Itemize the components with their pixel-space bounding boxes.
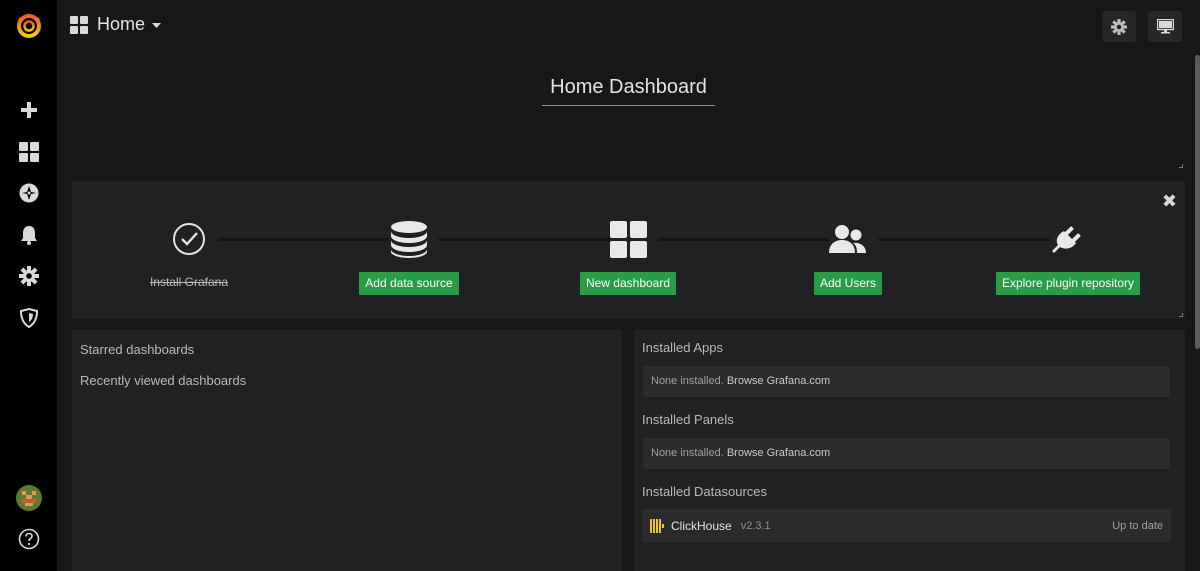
settings-button[interactable]	[1102, 11, 1136, 42]
welcome-panel: Home Dashboard	[72, 54, 1185, 170]
installed-datasources-heading: Installed Datasources	[642, 484, 768, 499]
avatar	[15, 485, 42, 511]
browse-grafana-link[interactable]: Browse Grafana.com	[727, 375, 830, 387]
datasource-version: v2.3.1	[740, 519, 771, 532]
sidebar-item-configuration[interactable]	[0, 258, 57, 294]
datasource-name: ClickHouse	[671, 518, 732, 533]
sidebar-item-create[interactable]	[0, 92, 57, 128]
browse-grafana-link[interactable]: Browse Grafana.com	[727, 447, 830, 459]
compass-icon	[19, 183, 38, 203]
add-users-button[interactable]: Add Users	[813, 272, 883, 295]
bell-icon	[20, 226, 37, 245]
new-dashboard-button[interactable]: New dashboard	[579, 272, 677, 295]
scrollbar[interactable]	[1195, 55, 1200, 349]
installed-apps-heading: Installed Apps	[642, 340, 723, 355]
plus-icon	[20, 102, 37, 118]
starred-dashboards-heading[interactable]: Starred dashboards	[80, 342, 194, 357]
step-label: Install Grafana	[149, 275, 229, 289]
caret-down-icon	[152, 22, 162, 28]
plug-icon	[1052, 226, 1081, 253]
step-add-users: Add Users	[758, 217, 938, 295]
recent-dashboards-heading[interactable]: Recently viewed dashboards	[80, 373, 246, 388]
clickhouse-logo-icon	[650, 518, 664, 533]
welcome-title-wrap: Home Dashboard	[72, 76, 1185, 106]
sidebar-item-alerting[interactable]	[0, 217, 57, 253]
step-explore-plugins: Explore plugin repository	[978, 217, 1158, 295]
step-new-dashboard: New dashboard	[538, 217, 718, 295]
help-icon	[18, 528, 39, 550]
sidebar-item-explore[interactable]	[0, 175, 57, 211]
step-install-grafana: Install Grafana	[99, 217, 279, 289]
explore-plugin-repository-button[interactable]: Explore plugin repository	[995, 272, 1141, 295]
grafana-logo-icon	[16, 13, 41, 38]
resize-handle[interactable]	[1179, 313, 1183, 317]
gear-icon	[18, 266, 39, 286]
empty-text: None installed.	[651, 375, 724, 387]
dashboards-icon	[18, 142, 39, 162]
getting-started-panel: ✖ Install Grafana Add data source New da…	[72, 181, 1185, 319]
resize-handle[interactable]	[1179, 164, 1183, 168]
navbar: Home	[57, 0, 1200, 52]
installed-panels-heading: Installed Panels	[642, 412, 734, 427]
empty-text: None installed.	[651, 447, 724, 459]
datasource-status: Up to date	[1112, 519, 1163, 532]
add-data-source-button[interactable]: Add data source	[359, 272, 459, 295]
sidebar-item-server-admin[interactable]	[0, 300, 57, 336]
main-content: Home Home Dashboard ✖ Install Grafana Ad…	[57, 0, 1200, 571]
installed-panels-empty: None installed. Browse Grafana.com	[642, 437, 1171, 470]
sidebar-item-dashboards[interactable]	[0, 134, 57, 170]
dashboard-picker[interactable]: Home	[70, 14, 162, 35]
close-icon[interactable]: ✖	[1162, 191, 1177, 212]
sidebar-item-help[interactable]	[0, 521, 57, 557]
dashboards-icon	[609, 220, 647, 258]
sidemenu	[0, 0, 57, 571]
shield-icon	[19, 308, 38, 328]
welcome-title: Home Dashboard	[542, 76, 715, 106]
dashlist-panel: Starred dashboards Recently viewed dashb…	[72, 330, 622, 571]
check-circle-icon	[173, 223, 205, 255]
installed-apps-empty: None installed. Browse Grafana.com	[642, 365, 1171, 398]
tv-mode-button[interactable]	[1148, 11, 1182, 42]
page-title: Home	[97, 14, 146, 34]
monitor-icon	[1156, 19, 1174, 34]
step-add-data-source: Add data source	[319, 217, 499, 295]
gear-icon	[1111, 18, 1127, 35]
users-icon	[829, 225, 866, 253]
datasource-row-clickhouse[interactable]: ClickHouse v2.3.1 Up to date	[642, 509, 1171, 542]
database-icon	[391, 221, 427, 258]
dashboards-icon	[70, 15, 88, 34]
pluginlist-panel: Installed Apps None installed. Browse Gr…	[634, 330, 1185, 571]
sidebar-item-profile[interactable]	[0, 480, 57, 516]
grafana-logo[interactable]	[0, 8, 57, 44]
